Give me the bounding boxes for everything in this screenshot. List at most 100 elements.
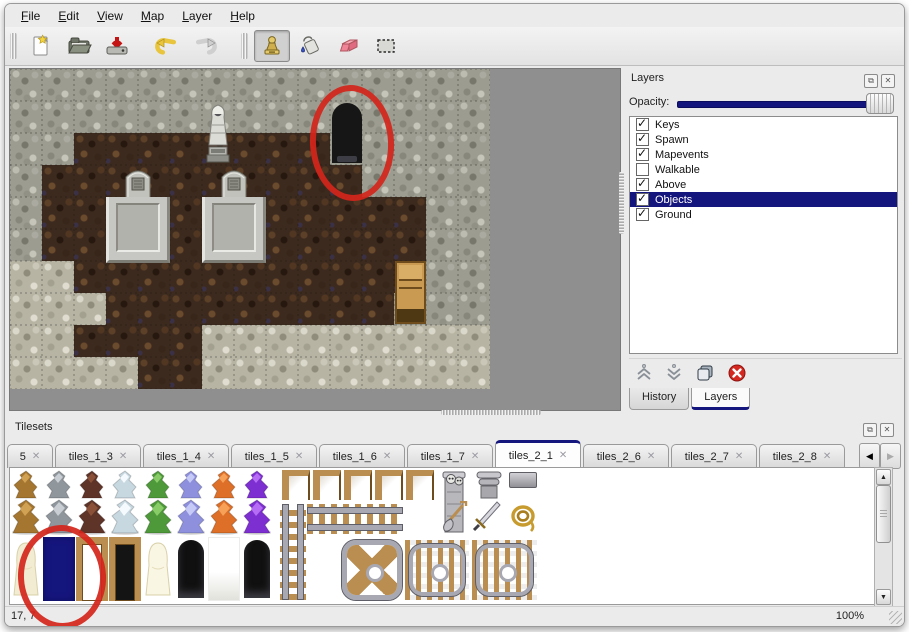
menu-edit[interactable]: Edit <box>50 7 87 25</box>
layer-row-walkable[interactable]: Walkable <box>630 162 897 177</box>
tileset-tile-rail-junction[interactable] <box>472 540 537 600</box>
undo-button[interactable] <box>149 30 185 62</box>
tileset-tile-tile-solid-selected[interactable] <box>43 537 75 601</box>
stamp-tool-button[interactable] <box>254 30 290 62</box>
tab-scroll-right-button[interactable]: ▶ <box>880 443 901 469</box>
tileset-tab-tiles_1_7[interactable]: tiles_1_7✕ <box>407 444 493 468</box>
tileset-tab-tiles_2_6[interactable]: tiles_2_6✕ <box>583 444 669 468</box>
tileset-tile-rock[interactable] <box>109 470 141 535</box>
tileset-tab-tiles_1_3[interactable]: tiles_1_3✕ <box>55 444 141 468</box>
layer-visibility-checkbox[interactable] <box>636 163 649 176</box>
layer-visibility-checkbox[interactable] <box>636 148 649 161</box>
layer-row-objects[interactable]: Objects <box>630 192 897 207</box>
tileset-tile-rail-junction[interactable] <box>405 540 469 600</box>
tab-close-icon[interactable]: ✕ <box>735 451 743 462</box>
tileset-tile-rock[interactable] <box>241 470 273 535</box>
tileset-tile-beam[interactable] <box>509 472 537 488</box>
tab-close-icon[interactable]: ✕ <box>471 451 479 462</box>
tileset-tile-shovel[interactable] <box>439 501 469 533</box>
select-tool-button[interactable] <box>368 30 404 62</box>
close-panel-icon[interactable]: ✕ <box>880 423 894 437</box>
tab-scroll-left-button[interactable]: ◀ <box>859 443 880 469</box>
open-file-button[interactable] <box>61 30 97 62</box>
tileset-tab-tiles_2_1[interactable]: tiles_2_1✕ <box>495 440 581 468</box>
menu-layer[interactable]: Layer <box>174 7 220 25</box>
tab-close-icon[interactable]: ✕ <box>383 451 391 462</box>
menu-view[interactable]: View <box>89 7 131 25</box>
tileset-tab-tiles_2_8[interactable]: tiles_2_8✕ <box>759 444 845 468</box>
tileset-tile-door-frame[interactable] <box>76 537 108 601</box>
layer-visibility-checkbox[interactable] <box>636 118 649 131</box>
layer-visibility-checkbox[interactable] <box>636 133 649 146</box>
tileset-tile-column-capital[interactable] <box>474 470 504 500</box>
tileset-canvas[interactable] <box>9 467 875 605</box>
duplicate-layer-icon[interactable] <box>695 363 715 383</box>
fill-tool-button[interactable] <box>292 30 328 62</box>
tileset-tile-rope[interactable] <box>509 501 537 533</box>
scroll-down-button[interactable]: ▼ <box>876 589 891 605</box>
resize-grip[interactable] <box>889 611 902 624</box>
tileset-tile-rock[interactable] <box>43 470 75 535</box>
tileset-tile-frame-corner[interactable] <box>313 470 341 500</box>
layer-visibility-checkbox[interactable] <box>636 178 649 191</box>
layer-row-ground[interactable]: Ground <box>630 207 897 222</box>
eraser-tool-button[interactable] <box>330 30 366 62</box>
tileset-tab-tiles_1_5[interactable]: tiles_1_5✕ <box>231 444 317 468</box>
tileset-tab-tiles_1_4[interactable]: tiles_1_4✕ <box>143 444 229 468</box>
tileset-tile-ghost[interactable] <box>10 537 42 601</box>
tileset-tile-rock[interactable] <box>76 470 108 535</box>
menu-file[interactable]: File <box>13 7 48 25</box>
tileset-tile-rail-x[interactable] <box>342 540 402 600</box>
toolbar-handle[interactable] <box>241 33 248 59</box>
scroll-thumb[interactable] <box>876 485 891 543</box>
tab-close-icon[interactable]: ✕ <box>32 451 40 462</box>
layer-row-keys[interactable]: Keys <box>630 117 897 132</box>
tileset-tile-frame-corner[interactable] <box>344 470 372 500</box>
layer-row-spawn[interactable]: Spawn <box>630 132 897 147</box>
float-panel-icon[interactable]: ⧉ <box>864 74 878 88</box>
tileset-tile-rock[interactable] <box>175 470 207 535</box>
layer-row-above[interactable]: Above <box>630 177 897 192</box>
tab-close-icon[interactable]: ✕ <box>295 451 303 462</box>
menu-help[interactable]: Help <box>222 7 263 25</box>
tab-close-icon[interactable]: ✕ <box>119 451 127 462</box>
subtab-history[interactable]: History <box>629 388 689 410</box>
tab-close-icon[interactable]: ✕ <box>207 451 215 462</box>
tileset-tile-rock[interactable] <box>142 470 174 535</box>
save-file-button[interactable] <box>99 30 135 62</box>
subtab-layers[interactable]: Layers <box>691 388 750 410</box>
redo-button[interactable] <box>187 30 223 62</box>
layer-row-mapevents[interactable]: Mapevents <box>630 147 897 162</box>
tileset-tab-5[interactable]: 5✕ <box>7 444 53 468</box>
toolbar-handle[interactable] <box>10 33 17 59</box>
tileset-tile-frame-corner[interactable] <box>282 470 310 500</box>
tileset-tile-frame-corner[interactable] <box>375 470 403 500</box>
tileset-tile-arch-black[interactable] <box>241 537 273 601</box>
opacity-slider-track[interactable] <box>677 101 875 108</box>
new-file-button[interactable] <box>23 30 59 62</box>
tileset-tile-arch-black[interactable] <box>175 537 207 601</box>
move-layer-up-icon[interactable] <box>635 363 653 383</box>
delete-layer-icon[interactable] <box>727 363 747 383</box>
tileset-tile-frame-corner[interactable] <box>406 470 434 500</box>
move-layer-down-icon[interactable] <box>665 363 683 383</box>
menu-map[interactable]: Map <box>133 7 172 25</box>
tileset-tab-tiles_1_6[interactable]: tiles_1_6✕ <box>319 444 405 468</box>
tileset-tile-ghost[interactable] <box>142 537 174 601</box>
tileset-tile-rock[interactable] <box>10 470 42 535</box>
tileset-tile-door-frame[interactable] <box>109 537 141 601</box>
layer-visibility-checkbox[interactable] <box>636 193 649 206</box>
tileset-tile-tile-white[interactable] <box>208 537 240 601</box>
tileset-tile-rock[interactable] <box>208 470 240 535</box>
float-panel-icon[interactable]: ⧉ <box>863 423 877 437</box>
tileset-tile-rail-h[interactable] <box>307 504 403 534</box>
close-panel-icon[interactable]: ✕ <box>881 74 895 88</box>
horizontal-splitter[interactable] <box>441 410 541 415</box>
scroll-up-button[interactable]: ▲ <box>876 469 891 485</box>
layer-visibility-checkbox[interactable] <box>636 208 649 221</box>
tab-close-icon[interactable]: ✕ <box>559 450 567 461</box>
opacity-slider-handle[interactable] <box>866 93 894 114</box>
tileset-tile-sword[interactable] <box>472 501 502 533</box>
tab-close-icon[interactable]: ✕ <box>823 451 831 462</box>
tab-close-icon[interactable]: ✕ <box>647 451 655 462</box>
